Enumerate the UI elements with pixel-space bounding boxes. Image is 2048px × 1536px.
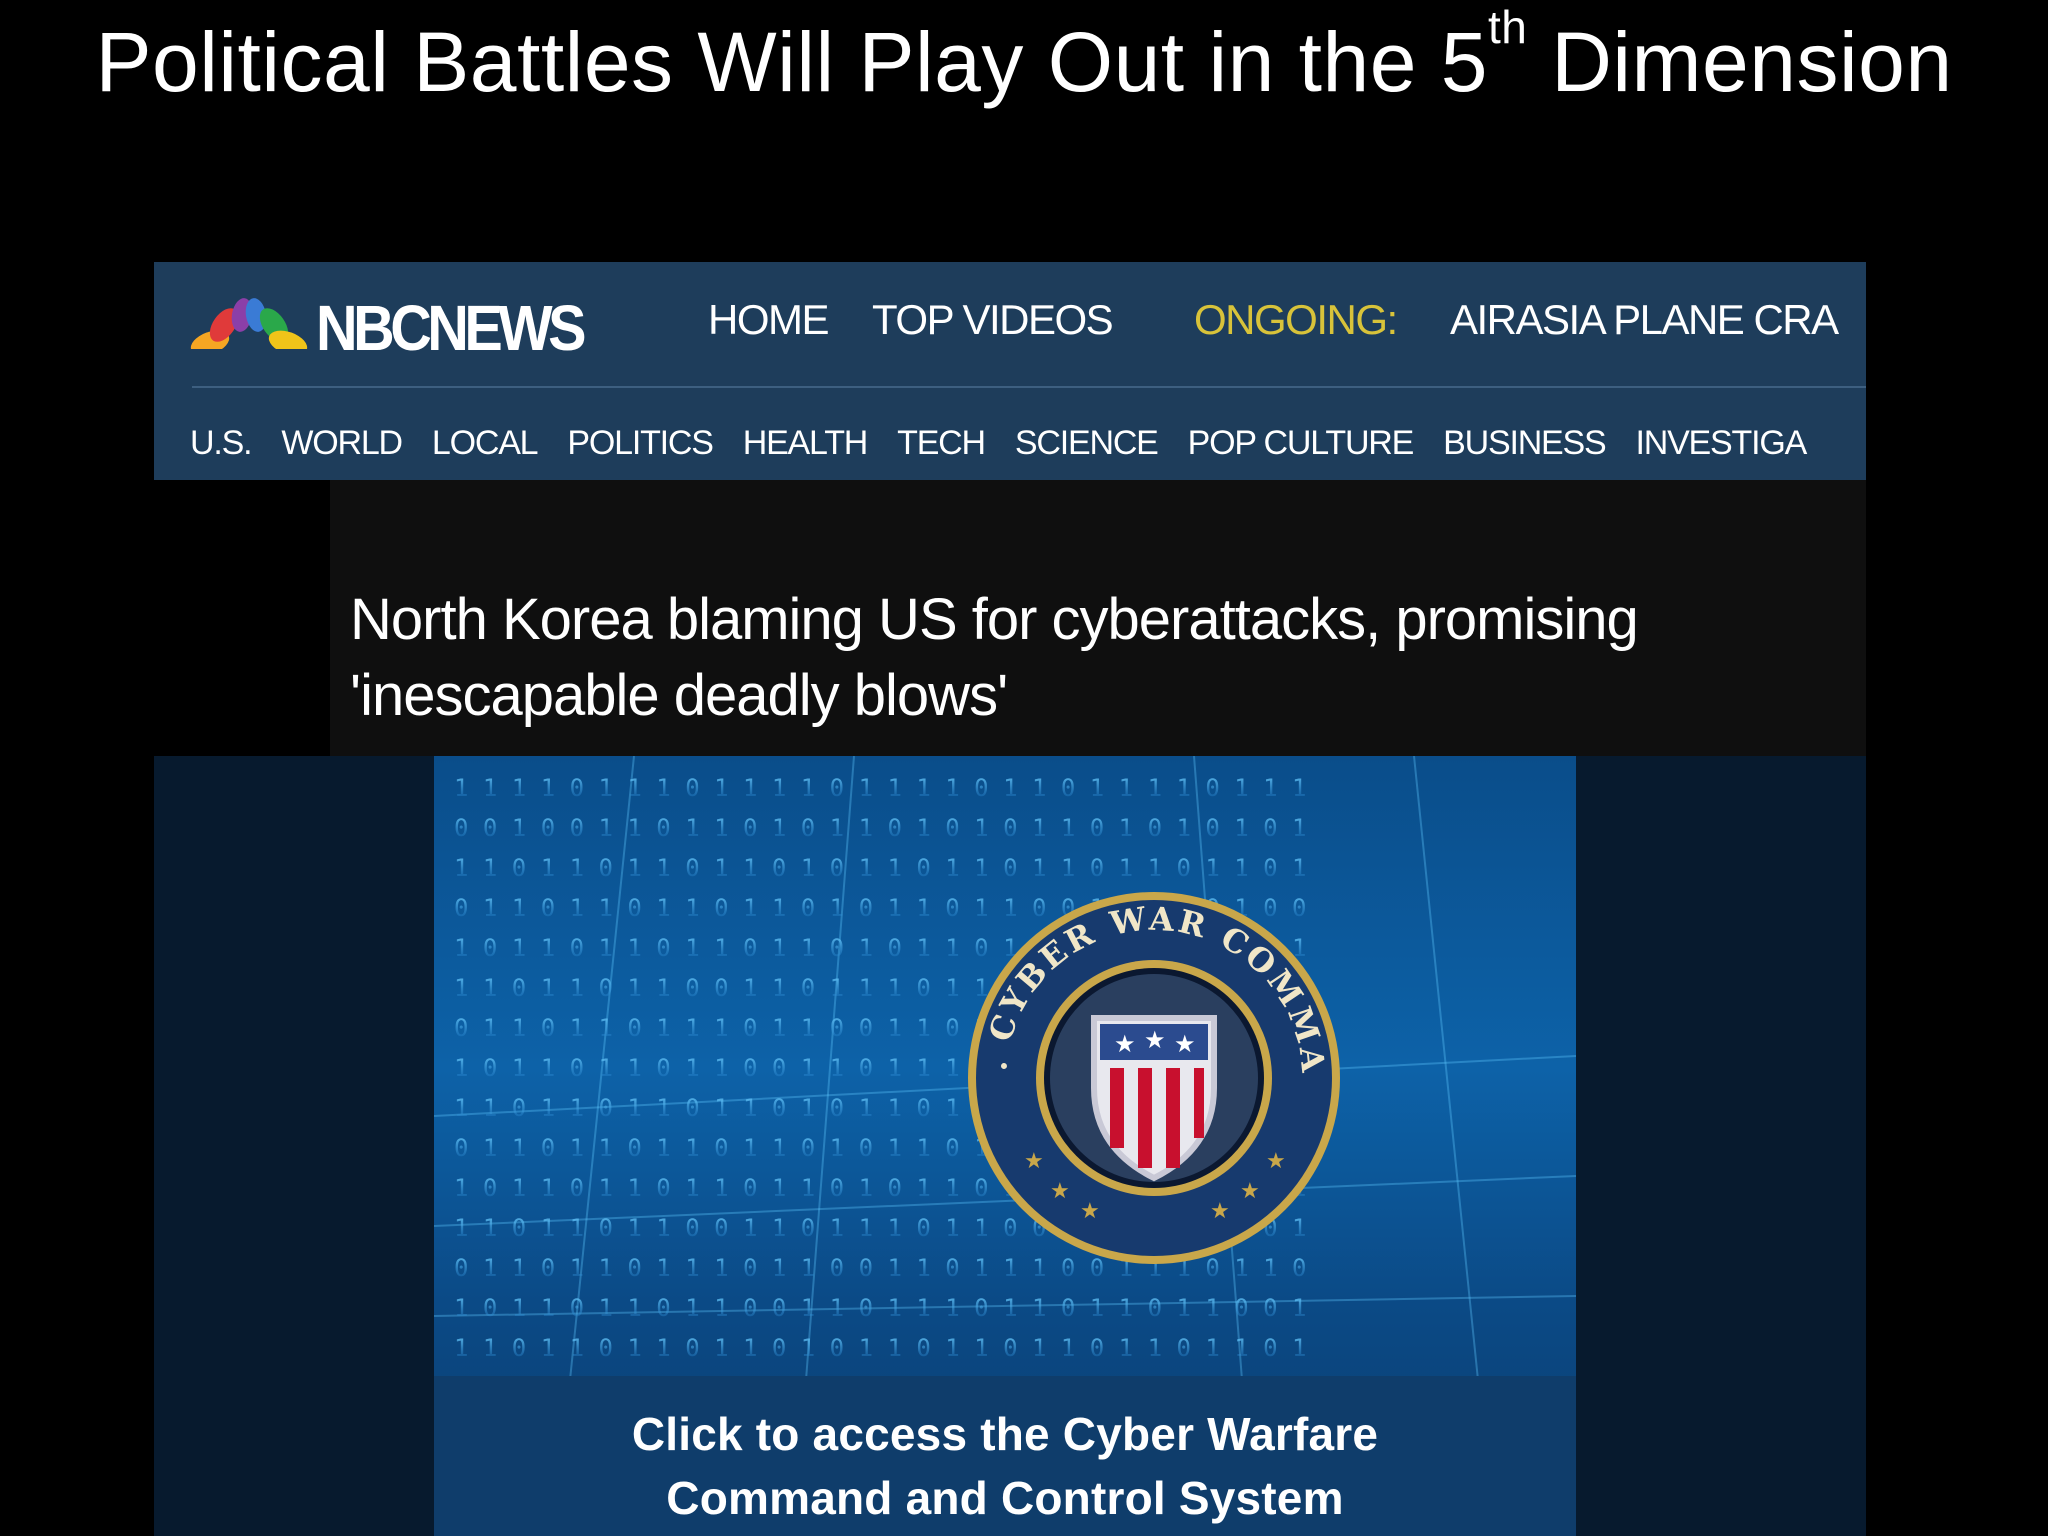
section-nav-bar: U.S. WORLD LOCAL POLITICS HEALTH TECH SC… [154,384,1866,492]
nav-ongoing-story[interactable]: AIRASIA PLANE CRA [1450,296,1839,344]
video-side-right [1576,756,1866,1536]
video-caption[interactable]: Click to access the Cyber Warfare Comman… [434,1402,1576,1530]
video-side-left [154,756,434,1536]
section-investigations[interactable]: INVESTIGA [1635,424,1807,463]
cyber-war-command-emblem: U.S. CYBER WAR COMMAND ★★★ ★★★ ★★★ [954,878,1340,1264]
nav-top-videos[interactable]: TOP VIDEOS [872,296,1114,344]
section-business[interactable]: BUSINESS [1443,424,1607,463]
video-player[interactable]: 1 1 1 1 0 1 1 1 0 1 1 1 1 0 1 1 1 1 0 1 … [434,756,1576,1536]
svg-text:★: ★ [1266,1149,1286,1174]
svg-text:★: ★ [1144,1026,1166,1054]
article-headline[interactable]: North Korea blaming US for cyberattacks,… [350,582,1850,734]
section-politics[interactable]: POLITICS [567,424,714,463]
svg-text:1 1 0 1 1 0 1 1 0 1 1 0 1: 1 1 0 1 1 0 1 1 0 1 1 0 1 0 1 1 0 1 1 0 … [454,1334,1307,1362]
section-science[interactable]: SCIENCE [1015,424,1159,463]
caption-line-2: Command and Control System [666,1472,1344,1524]
screenshot-nbc-page: NBCNEWS HOME TOP VIDEOS ONGOING: AIRASIA… [154,262,1866,1536]
svg-text:★: ★ [1080,1199,1100,1224]
nav-divider [192,386,1866,388]
svg-text:1 0 1 1 0 1 1 0 1 1 0 0 1: 1 0 1 1 0 1 1 0 1 1 0 0 1 1 0 1 1 1 0 1 … [454,1294,1307,1322]
top-nav-bar: NBCNEWS HOME TOP VIDEOS ONGOING: AIRASIA… [154,262,1866,384]
section-health[interactable]: HEALTH [743,424,869,463]
caption-line-1: Click to access the Cyber Warfare [631,1408,1379,1460]
section-tech[interactable]: TECH [897,424,986,463]
slide-title-end: Dimension [1527,15,1953,109]
svg-text:★: ★ [1210,1199,1230,1224]
section-us[interactable]: U.S. [190,424,253,463]
section-pop-culture[interactable]: POP CULTURE [1188,424,1415,463]
nbc-logo[interactable]: NBCNEWS [190,288,612,368]
peacock-icon [190,298,308,359]
svg-text:★: ★ [1240,1179,1260,1204]
svg-text:★: ★ [1024,1149,1044,1174]
svg-text:0 0 1 0 0 1 1 0 1 1 0 1 0: 0 0 1 0 0 1 1 0 1 1 0 1 0 1 1 0 1 0 1 0 … [454,814,1307,842]
nav-ongoing-label: ONGOING: [1194,296,1398,343]
slide-title: Political Battles Will Play Out in the 5… [0,4,2048,111]
svg-text:★: ★ [1050,1179,1070,1204]
slide-title-main: Political Battles Will Play Out in the 5 [95,15,1488,109]
section-world[interactable]: WORLD [281,424,403,463]
nav-home[interactable]: HOME [708,296,830,344]
svg-text:★: ★ [1174,1030,1196,1058]
section-local[interactable]: LOCAL [432,424,539,463]
slide-title-sup: th [1488,1,1528,53]
svg-text:1 1 1 1 0 1 1 1 0 1 1 1 1: 1 1 1 1 0 1 1 1 0 1 1 1 1 0 1 1 1 1 0 1 … [454,774,1307,802]
svg-text:★: ★ [1114,1030,1136,1058]
logo-text: NBCNEWS [316,292,587,364]
